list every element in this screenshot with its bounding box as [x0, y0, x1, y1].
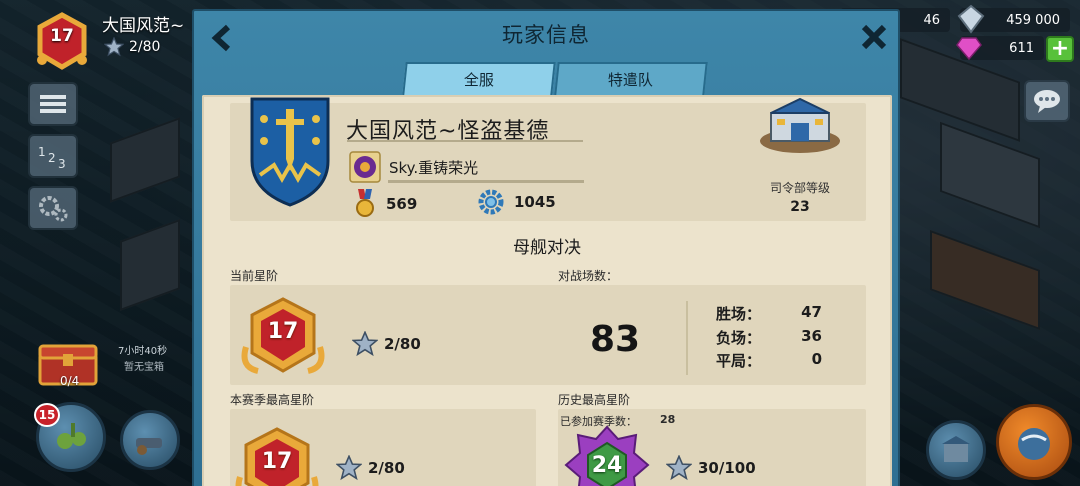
- draws-value: 0: [811, 350, 822, 368]
- draws-label: 平局：: [716, 352, 762, 370]
- menu-icon: [40, 95, 66, 113]
- mothership-section-title: 母舰对决: [513, 238, 581, 258]
- builder-button[interactable]: [926, 420, 986, 480]
- gem-icon: [956, 37, 982, 60]
- player-level-badge[interactable]: 17: [32, 12, 92, 70]
- star-icon: [336, 455, 362, 481]
- hq-level-label: 司令部等级: [769, 181, 830, 195]
- season-best-label: 本赛季最高星阶: [230, 393, 315, 407]
- chat-button[interactable]: [1024, 80, 1070, 122]
- troops-icon: [57, 423, 86, 449]
- tab-task-force-label: 特遣队: [608, 71, 654, 89]
- seasons-joined-value: 28: [660, 413, 676, 426]
- season-best-stars: 2/80: [336, 455, 405, 481]
- tab-global-label: 全服: [463, 71, 494, 89]
- history-best-badge: 24: [562, 425, 652, 486]
- club-name[interactable]: Sky.重铸荣光: [389, 157, 478, 178]
- current-rank-stars-value: 2/80: [384, 335, 421, 353]
- chat-icon: [1034, 90, 1060, 113]
- current-rank-label: 当前星阶: [230, 269, 279, 283]
- diamond-icon: [957, 4, 985, 34]
- star-icon: [104, 37, 124, 57]
- headquarters-icon: [760, 97, 840, 153]
- svg-text:3: 3: [58, 157, 66, 170]
- resource-left-value: 46: [923, 12, 940, 28]
- season-best-badge: 17: [232, 425, 322, 486]
- battles-divider: [686, 301, 688, 375]
- star-icon: [352, 331, 378, 357]
- power-gear-icon: [478, 189, 504, 215]
- battles-label: 对战场数：: [558, 269, 619, 283]
- star-icon: [666, 455, 692, 481]
- name-divider: [347, 140, 583, 142]
- building-icon: [942, 436, 970, 462]
- chest-count: 0/4: [60, 374, 80, 388]
- settings-button[interactable]: [28, 186, 78, 230]
- chest-label: 暂无宝箱: [124, 362, 164, 373]
- club-emblem-icon: [349, 151, 381, 183]
- globe-icon: [1018, 428, 1050, 460]
- cannon-icon: [136, 438, 162, 455]
- current-rank-level: 17: [267, 319, 299, 344]
- club-divider: [388, 180, 584, 183]
- losses-value: 36: [801, 327, 822, 345]
- medals-stat: 569: [354, 189, 417, 219]
- gear-icon: [39, 196, 68, 222]
- attack-button[interactable]: [996, 404, 1072, 480]
- hq-level-value: 23: [790, 199, 810, 215]
- tab-global[interactable]: 全服: [402, 62, 556, 95]
- current-rank-badge: 17: [238, 295, 328, 379]
- svg-text:2: 2: [48, 151, 56, 165]
- menu-button[interactable]: [28, 82, 78, 126]
- svg-text:1: 1: [38, 145, 46, 159]
- hud-star-progress: 2/80: [104, 37, 160, 57]
- history-best-stars-value: 30/100: [698, 459, 756, 477]
- history-best-label: 历史最高星阶: [558, 393, 631, 407]
- history-best-level: 24: [591, 453, 623, 478]
- medal-icon: [356, 189, 374, 217]
- season-best-level: 17: [261, 449, 293, 474]
- current-rank-stars: 2/80: [352, 331, 421, 357]
- medals-value: 569: [386, 195, 418, 213]
- leaderboard-icon: 1 2 3: [38, 145, 66, 170]
- modal-content: 大国风范~怪盗基德 Sky.重铸荣光 569 1045 司令部等级 23 母舰对…: [202, 95, 892, 486]
- modal-title: 玩家信息: [502, 23, 590, 47]
- gem-value: 611: [1009, 40, 1034, 56]
- total-battles: 83: [590, 319, 641, 360]
- wins-label: 胜场：: [716, 305, 762, 323]
- power-stat: 1045: [478, 189, 556, 215]
- losses-label: 负场：: [716, 329, 762, 347]
- hud-stars-value: 2/80: [129, 39, 161, 55]
- diamond-value: 459 000: [1006, 12, 1060, 28]
- player-level: 17: [50, 26, 74, 46]
- chest-timer: 7小时40秒: [118, 346, 168, 357]
- tab-task-force[interactable]: 特遣队: [554, 62, 708, 95]
- wins-value: 47: [801, 303, 822, 321]
- shield-emblem-icon: [250, 97, 330, 207]
- player-name: 大国风范~: [102, 16, 185, 36]
- add-gems-button[interactable]: +: [1046, 36, 1074, 62]
- close-icon[interactable]: [860, 23, 888, 51]
- leaderboard-button[interactable]: 1 2 3: [28, 134, 78, 178]
- history-best-stars: 30/100: [666, 455, 756, 481]
- player-info-modal: 玩家信息 全服 特遣队 大国风范~怪盗基德 Sky.重铸荣光 569 1045 …: [192, 9, 900, 486]
- modal-tabs: 全服 特遣队: [402, 62, 708, 95]
- notification-badge: 15: [34, 403, 60, 427]
- weapons-button[interactable]: [120, 410, 180, 470]
- season-best-stars-value: 2/80: [368, 459, 405, 477]
- power-value: 1045: [514, 193, 556, 211]
